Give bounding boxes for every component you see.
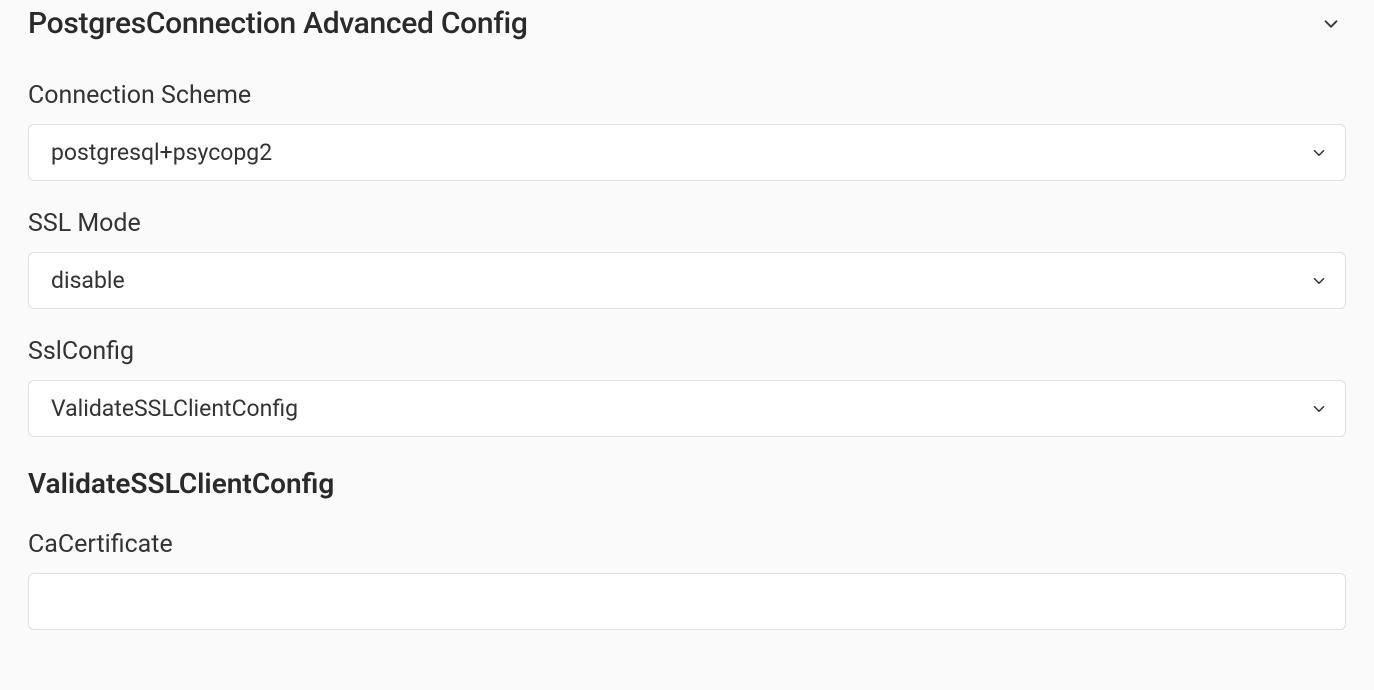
connection-scheme-label: Connection Scheme [28, 81, 1346, 110]
connection-scheme-value: postgresql+psycopg2 [51, 139, 1297, 166]
ssl-mode-label: SSL Mode [28, 209, 1346, 238]
ssl-mode-field: SSL Mode disable [28, 209, 1346, 309]
ssl-config-label: SslConfig [28, 337, 1346, 366]
connection-scheme-field: Connection Scheme postgresql+psycopg2 [28, 81, 1346, 181]
section-header: PostgresConnection Advanced Config [28, 0, 1346, 81]
ssl-config-field: SslConfig ValidateSSLClientConfig [28, 337, 1346, 437]
chevron-down-icon [1320, 13, 1342, 35]
ca-certificate-field: CaCertificate [28, 530, 1346, 630]
subsection-title: ValidateSSLClientConfig [28, 467, 1346, 500]
collapse-toggle[interactable] [1316, 9, 1346, 39]
section-title: PostgresConnection Advanced Config [28, 6, 528, 41]
ssl-config-value: ValidateSSLClientConfig [51, 395, 1297, 422]
ssl-mode-value: disable [51, 267, 1297, 294]
connection-scheme-select[interactable]: postgresql+psycopg2 [28, 124, 1346, 181]
ssl-config-select[interactable]: ValidateSSLClientConfig [28, 380, 1346, 437]
ca-certificate-label: CaCertificate [28, 530, 1346, 559]
ca-certificate-input[interactable] [28, 573, 1346, 630]
ssl-mode-select[interactable]: disable [28, 252, 1346, 309]
